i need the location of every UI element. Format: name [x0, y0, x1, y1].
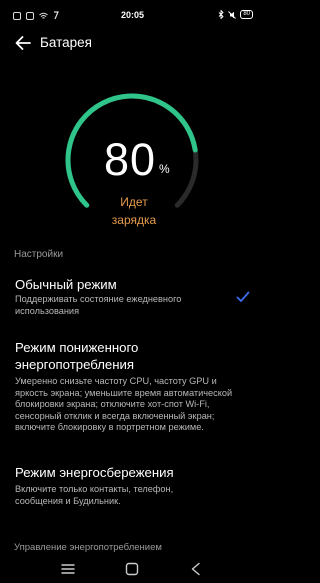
status-right-icons: 80: [218, 10, 253, 19]
home-icon[interactable]: [124, 561, 140, 577]
battery-screen: 20:05 80 Батарея 80 % Идет зарядка Настр…: [0, 0, 265, 583]
status-bar: 20:05 80: [0, 0, 265, 32]
mode-low-power[interactable]: Режим пониженного энергопотребления Умер…: [0, 336, 265, 446]
bluetooth-icon: [218, 10, 224, 19]
menu-icon[interactable]: [60, 561, 76, 577]
battery-icon: 80: [240, 10, 253, 19]
mode-description: Умеренно снизьте частоту CPU, частоту GP…: [15, 376, 233, 432]
mode-description: Поддерживать состояние ежедневного испол…: [15, 294, 182, 316]
navigation-bar: [0, 555, 265, 583]
mode-normal[interactable]: Обычный режим Поддерживать состояние еже…: [0, 272, 265, 327]
mode-title: Режим пониженного энергопотребления: [15, 340, 139, 372]
battery-percent-sign: %: [159, 162, 170, 176]
silent-icon: [228, 10, 237, 19]
back-icon[interactable]: [188, 561, 204, 577]
back-arrow-icon[interactable]: [14, 34, 32, 52]
charging-status: Идет зарядка: [92, 193, 176, 229]
page-title: Батарея: [40, 35, 92, 50]
mode-description: Включите только контакты, телефон, сообщ…: [15, 484, 174, 506]
mode-title: Обычный режим: [15, 277, 117, 292]
app-header: Батарея: [0, 30, 265, 56]
checkmark-icon: [236, 291, 250, 302]
mode-power-saving[interactable]: Режим энергосбережения Включите только к…: [0, 460, 265, 516]
charging-status-line1: Идет: [120, 195, 148, 209]
settings-section-label: Настройки: [14, 249, 64, 260]
charging-status-line2: зарядка: [111, 213, 157, 227]
mode-title: Режим энергосбережения: [15, 465, 174, 480]
power-management-link[interactable]: Управление энергопотреблением: [14, 542, 162, 553]
battery-percent-value: 80: [104, 134, 157, 185]
